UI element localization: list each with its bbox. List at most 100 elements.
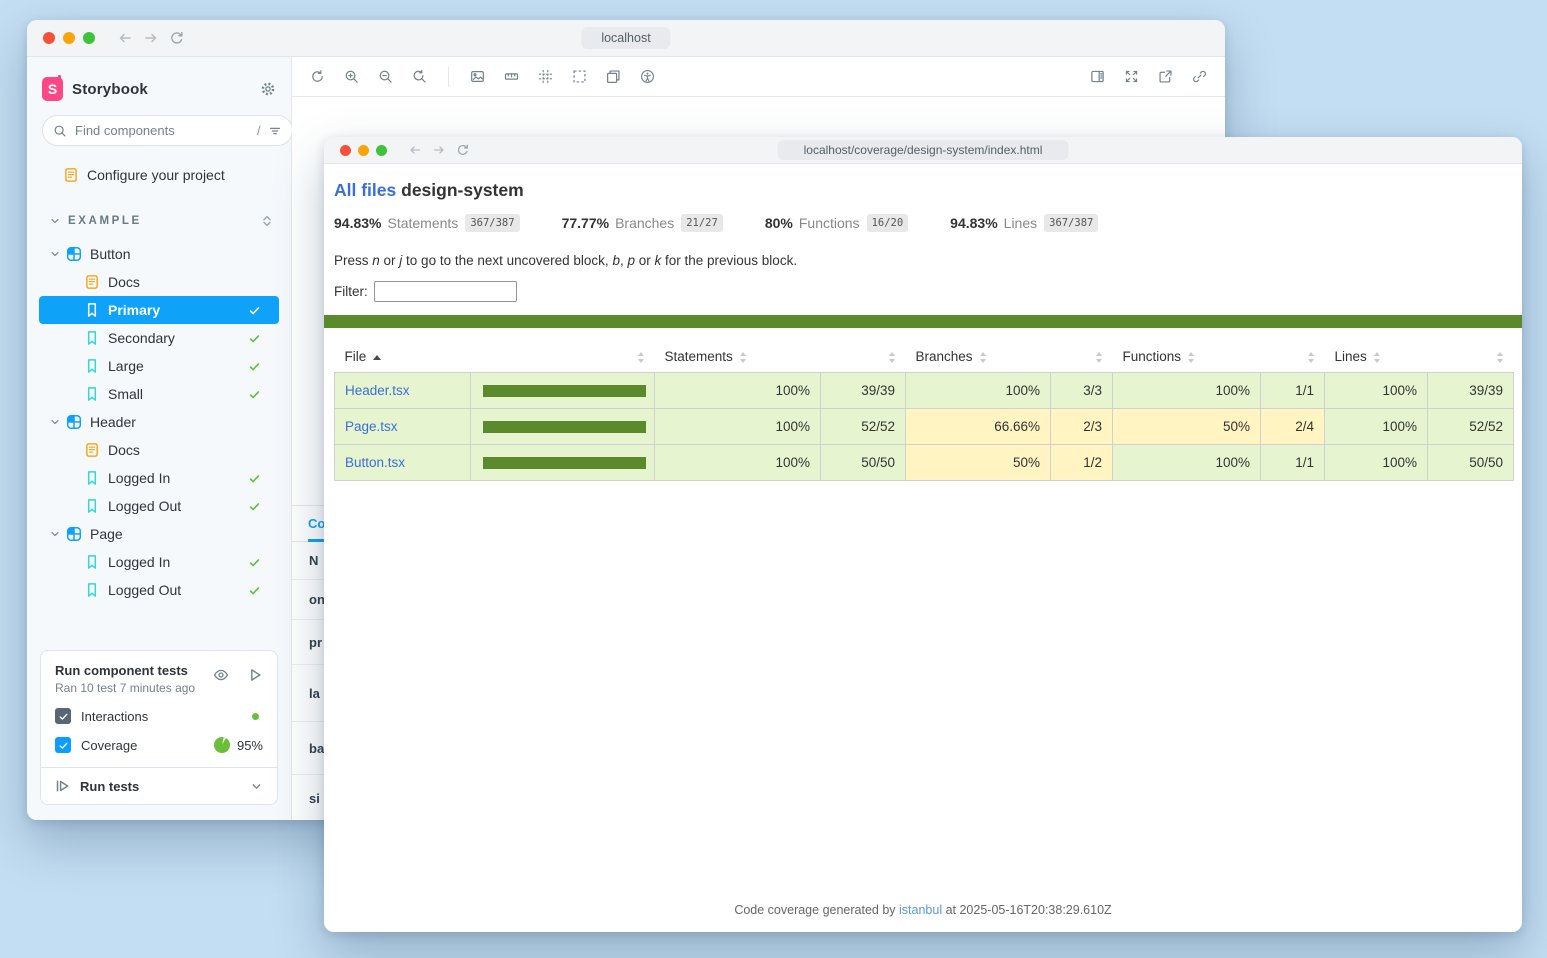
sort-icon[interactable]: [1188, 352, 1195, 363]
filter-input[interactable]: [374, 281, 517, 302]
istanbul-link[interactable]: istanbul: [899, 903, 942, 917]
sort-icon[interactable]: [980, 352, 987, 363]
open-external-icon[interactable]: [1158, 69, 1173, 84]
forward-arrow-icon[interactable]: [143, 30, 159, 46]
sidebar-item-secondary[interactable]: Secondary: [39, 324, 279, 352]
item-label: Header: [90, 414, 136, 430]
panel-toggle-icon[interactable]: [1090, 69, 1105, 84]
remount-icon[interactable]: [310, 69, 325, 84]
maximize-button[interactable]: [83, 32, 95, 44]
fullscreen-icon[interactable]: [1124, 69, 1139, 84]
sidebar-item-configure-your-project[interactable]: Configure your project: [39, 160, 279, 190]
stat-label: Branches: [615, 215, 674, 231]
reload-icon[interactable]: [169, 30, 185, 46]
sidebar-item-logged-in[interactable]: Logged In: [39, 464, 279, 492]
column-header-functions-raw[interactable]: [1261, 341, 1325, 373]
file-link[interactable]: Button.tsx: [345, 455, 405, 470]
play-icon[interactable]: [247, 667, 263, 683]
sidebar-section-example[interactable]: EXAMPLE: [39, 210, 279, 232]
filter-icon[interactable]: [268, 124, 282, 138]
file-link[interactable]: Page.tsx: [345, 419, 398, 434]
measure-icon[interactable]: [504, 69, 519, 84]
url-bar[interactable]: localhost/coverage/design-system/index.h…: [778, 140, 1069, 160]
brand-name: Storybook: [72, 81, 148, 98]
zoom-out-icon[interactable]: [378, 69, 393, 84]
watch-eye-icon[interactable]: [213, 667, 229, 683]
sidebar-item-docs[interactable]: Docs: [39, 268, 279, 296]
file-link[interactable]: Header.tsx: [345, 383, 410, 398]
sidebar-item-docs[interactable]: Docs: [39, 436, 279, 464]
checkbox-interactions[interactable]: [55, 708, 71, 724]
column-header-statements-raw[interactable]: [821, 341, 906, 373]
search-box[interactable]: /: [42, 115, 293, 146]
gear-icon[interactable]: [260, 81, 276, 97]
column-header-functions[interactable]: Functions: [1113, 341, 1261, 373]
search-input[interactable]: [73, 122, 253, 139]
chevron-down-icon[interactable]: [250, 780, 263, 793]
minimize-button[interactable]: [63, 32, 75, 44]
forward-arrow-icon[interactable]: [432, 143, 446, 157]
grid-icon[interactable]: [538, 69, 553, 84]
sidebar-item-logged-in[interactable]: Logged In: [39, 548, 279, 576]
sort-icon[interactable]: [740, 352, 747, 363]
sidebar-item-primary[interactable]: Primary: [39, 296, 279, 324]
close-button[interactable]: [43, 32, 55, 44]
cell-file: Button.tsx: [335, 445, 471, 481]
reload-icon[interactable]: [456, 143, 470, 157]
sidebar-item-page[interactable]: Page: [39, 520, 279, 548]
cell-functions-raw: 1/1: [1261, 445, 1325, 481]
sort-icon[interactable]: [1096, 352, 1103, 363]
coverage-bar-fill: [483, 457, 646, 469]
column-header-branches[interactable]: Branches: [906, 341, 1051, 373]
search-icon: [53, 124, 67, 138]
sort-icon[interactable]: [889, 352, 896, 363]
cell-statements-raw: 39/39: [821, 373, 906, 409]
control-name: pr: [309, 635, 322, 650]
sort-icon[interactable]: [1497, 352, 1504, 363]
search-shortcut-key: /: [257, 123, 261, 138]
storybook-sidebar: S Storybook / Configure your projectEXAM…: [27, 57, 292, 820]
cell-branches-pct: 100%: [906, 373, 1051, 409]
sidebar-item-large[interactable]: Large: [39, 352, 279, 380]
cell-file: Header.tsx: [335, 373, 471, 409]
collapse-icon[interactable]: [259, 213, 275, 229]
zoom-in-icon[interactable]: [344, 69, 359, 84]
layers-icon[interactable]: [606, 69, 621, 84]
sort-icon[interactable]: [1308, 352, 1315, 363]
cell-functions-pct: 100%: [1113, 373, 1261, 409]
link-icon[interactable]: [1192, 69, 1207, 84]
table-row: Header.tsx100%39/39100%3/3100%1/1100%39/…: [335, 373, 1514, 409]
checkbox-coverage[interactable]: [55, 737, 71, 753]
background-icon[interactable]: [470, 69, 485, 84]
url-bar[interactable]: localhost: [581, 27, 670, 49]
column-header-branches-raw[interactable]: [1051, 341, 1113, 373]
column-header-bar[interactable]: [471, 341, 655, 373]
column-header-lines[interactable]: Lines: [1325, 341, 1428, 373]
stat-fraction: 21/27: [681, 214, 723, 232]
outline-icon[interactable]: [572, 69, 587, 84]
back-arrow-icon[interactable]: [117, 30, 133, 46]
accessibility-icon[interactable]: [640, 69, 655, 84]
column-header-statements[interactable]: Statements: [655, 341, 821, 373]
sort-icon[interactable]: [638, 352, 645, 363]
back-arrow-icon[interactable]: [408, 143, 422, 157]
maximize-button[interactable]: [376, 145, 387, 156]
sidebar-item-button[interactable]: Button: [39, 240, 279, 268]
sidebar-item-logged-out[interactable]: Logged Out: [39, 492, 279, 520]
sidebar-item-logged-out[interactable]: Logged Out: [39, 576, 279, 604]
column-header-lines-raw[interactable]: [1428, 341, 1514, 373]
run-tests-button[interactable]: Run tests: [41, 767, 277, 804]
close-button[interactable]: [340, 145, 351, 156]
breadcrumb-all-files-link[interactable]: All files: [334, 180, 396, 200]
sidebar-item-small[interactable]: Small: [39, 380, 279, 408]
zoom-reset-icon[interactable]: [412, 69, 427, 84]
tab-controls[interactable]: Co: [308, 516, 325, 531]
cell-file: Page.tsx: [335, 409, 471, 445]
sidebar-item-header[interactable]: Header: [39, 408, 279, 436]
column-header-file[interactable]: File: [335, 341, 471, 373]
minimize-button[interactable]: [358, 145, 369, 156]
doc-icon: [84, 274, 100, 290]
check-icon: [248, 332, 261, 345]
sidebar-tree: Configure your projectEXAMPLEButtonDocsP…: [27, 158, 291, 604]
sort-icon[interactable]: [1374, 352, 1381, 363]
